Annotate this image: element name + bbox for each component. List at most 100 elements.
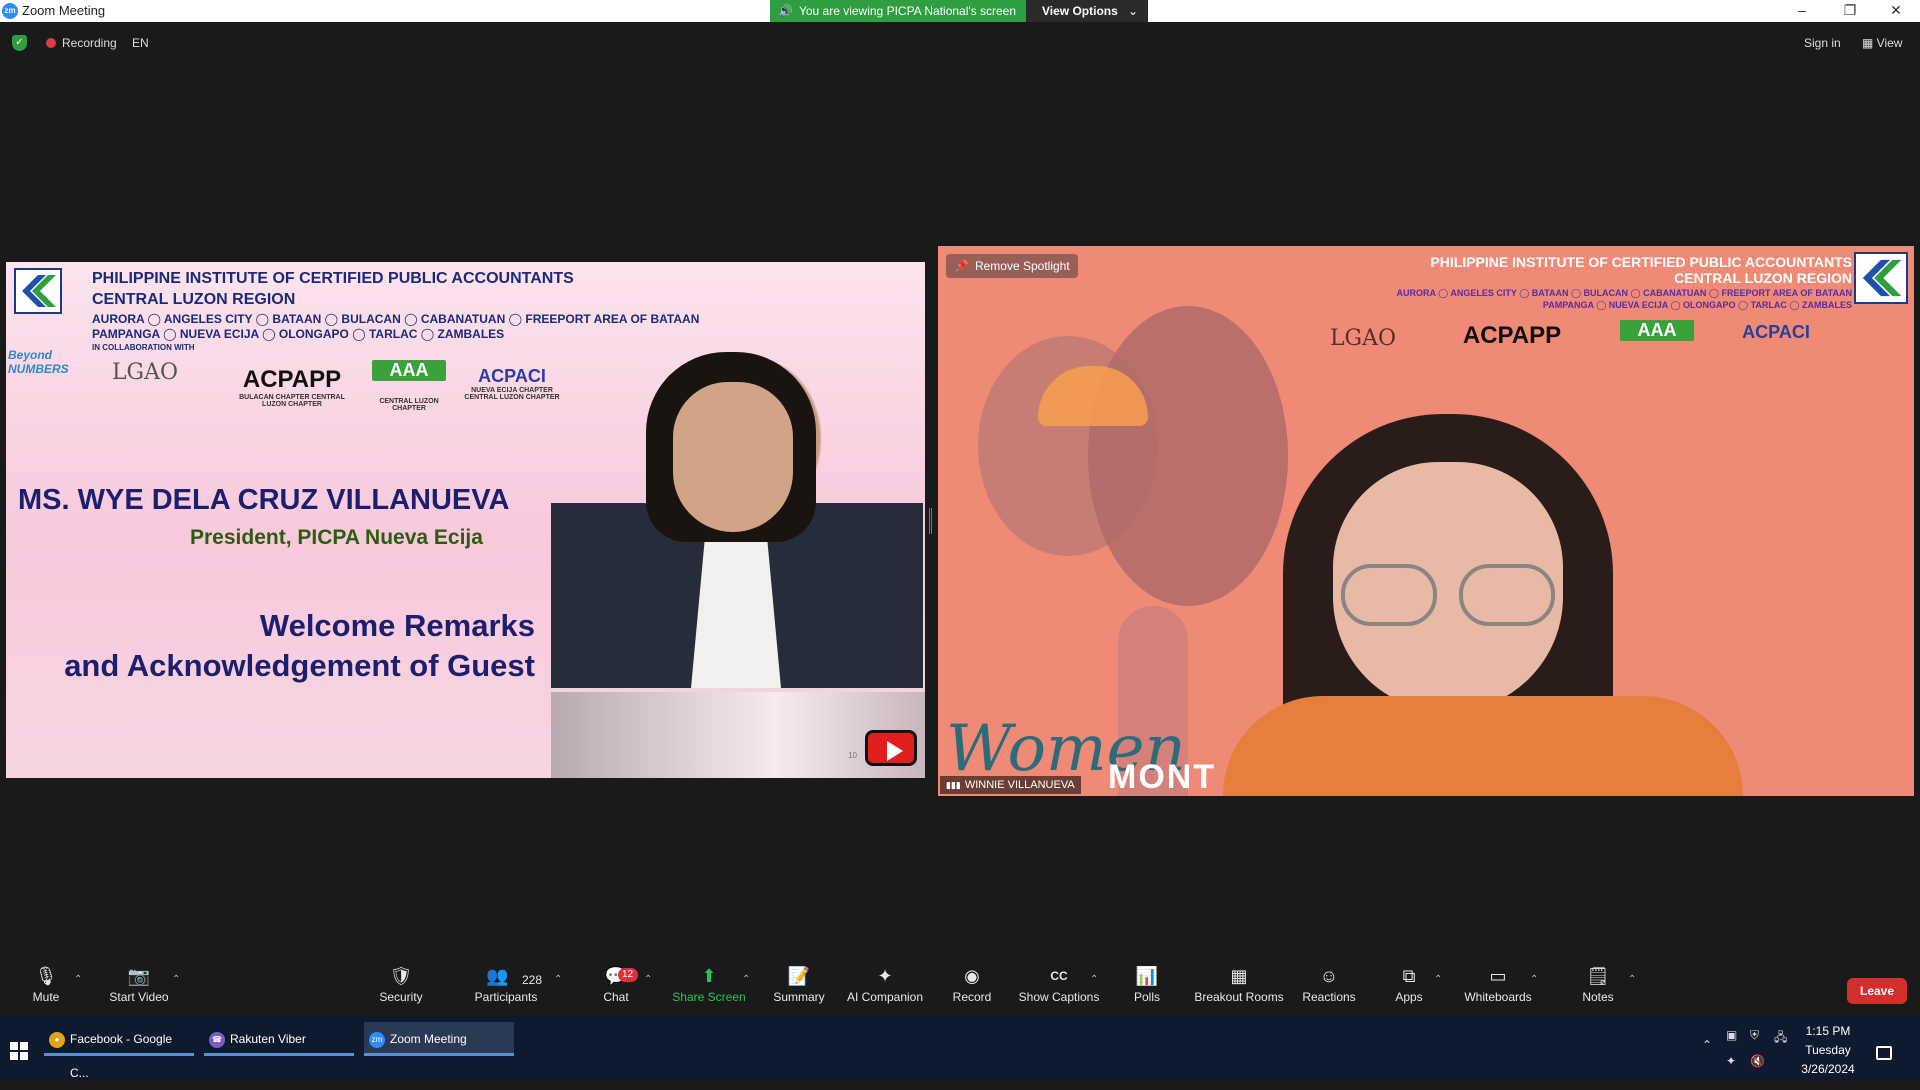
view-button[interactable]: ▦ View — [1862, 36, 1902, 50]
notes-options-caret[interactable]: ⌃ — [1628, 974, 1636, 985]
participant-name: WINNIE VILLANUEVA — [964, 779, 1075, 791]
ai-companion-label: AI Companion — [846, 990, 924, 1004]
clock-day: Tuesday — [1805, 1043, 1851, 1057]
chat-options-caret[interactable]: ⌃ — [644, 974, 652, 985]
cc-icon: CC — [1050, 969, 1068, 983]
acpapp-logo: ACPAPP BULACAN CHAPTER CENTRAL LUZON CHAP… — [228, 366, 356, 408]
speaker-photo — [551, 332, 923, 688]
picpa-logo — [14, 268, 62, 314]
slide-collab-label: IN COLLABORATION WITH — [92, 343, 195, 352]
encryption-shield-icon[interactable]: ✓ — [12, 35, 27, 51]
show-captions-label: Show Captions — [1018, 990, 1100, 1004]
windows-start-icon[interactable] — [10, 1042, 28, 1060]
lgao-logo-text: LGAO — [111, 360, 179, 385]
notification-center-icon[interactable] — [1876, 1046, 1892, 1060]
summary-button[interactable]: 📝 Summary — [770, 962, 828, 1014]
participant-video-tile[interactable]: PHILIPPINE INSTITUTE OF CERTIFIED PUBLIC… — [938, 246, 1914, 796]
leave-button[interactable]: Leave — [1847, 978, 1907, 1004]
breakout-rooms-icon: ▦ — [1230, 966, 1248, 986]
taskbar-item-zoom[interactable]: zm Zoom Meeting — [364, 1022, 514, 1056]
chat-label: Chat — [603, 990, 629, 1004]
video-org-title: PHILIPPINE INSTITUTE OF CERTIFIED PUBLIC… — [1430, 254, 1852, 270]
video-options-caret[interactable]: ⌃ — [172, 974, 180, 985]
youtube-play-icon[interactable] — [865, 730, 917, 766]
taskbar-item-chrome[interactable]: ● Facebook - Google C... — [44, 1022, 194, 1080]
taskbar-item-label: Rakuten Viber — [230, 1032, 306, 1046]
window-title: Zoom Meeting — [22, 3, 106, 18]
video-towns-line2: PAMPANGA ◯ NUEVA ECIJA ◯ OLONGAPO ◯ TARL… — [1542, 300, 1852, 310]
close-button[interactable]: ✕ — [1876, 0, 1916, 22]
security-button[interactable]: 🛡 Security — [376, 962, 426, 1014]
signal-bars-icon: ▮▮▮ — [946, 780, 961, 790]
chat-unread-badge: 12 — [618, 968, 638, 982]
captions-options-caret[interactable]: ⌃ — [1090, 974, 1098, 985]
video-counter: 10 — [848, 751, 857, 760]
minimize-button[interactable]: – — [1782, 0, 1822, 22]
whiteboards-button[interactable]: ▭ Whiteboards — [1462, 962, 1534, 1014]
remarks-title-line1: Welcome Remarks — [259, 608, 535, 643]
audio-options-caret[interactable]: ⌃ — [74, 974, 82, 985]
slide-org-title: PHILIPPINE INSTITUTE OF CERTIFIED PUBLIC… — [92, 270, 574, 287]
tray-device-icon[interactable]: ▣ — [1726, 1028, 1737, 1042]
aaa-logo: AAA — [372, 360, 446, 381]
participants-count: 228 — [522, 973, 543, 987]
polls-button[interactable]: 📊 Polls — [1130, 962, 1164, 1014]
notes-icon: 🗒 — [1586, 966, 1610, 986]
reactions-label: Reactions — [1302, 990, 1356, 1004]
clock-time: 1:15 PM — [1805, 1024, 1851, 1038]
participants-options-caret[interactable]: ⌃ — [554, 974, 562, 985]
recording-indicator[interactable]: Recording — [62, 36, 117, 50]
zoom-icon: zm — [369, 1032, 385, 1048]
tray-app-icon[interactable]: ✦ — [1726, 1054, 1736, 1068]
volume-muted-icon[interactable]: 🔇 — [1750, 1054, 1765, 1068]
start-video-button[interactable]: 📷 Start Video — [104, 962, 174, 1014]
apps-options-caret[interactable]: ⌃ — [1434, 974, 1442, 985]
video-towns-line1: AURORA ◯ ANGELES CITY ◯ BATAAN ◯ BULACAN… — [1396, 288, 1852, 298]
notes-label: Notes — [1582, 990, 1614, 1004]
slide-towns-line2: PAMPANGA ◯ NUEVA ECIJA ◯ OLONGAPO ◯ TARL… — [92, 327, 505, 341]
notes-button[interactable]: 🗒 Notes — [1580, 962, 1616, 1014]
pin-icon: 📌 — [954, 259, 969, 273]
viewing-banner-text: You are viewing PICPA National's screen — [798, 4, 1017, 18]
window-title-bar: zm Zoom Meeting 🔊 You are viewing PICPA N… — [0, 0, 1920, 22]
record-button[interactable]: ◉ Record — [950, 962, 994, 1014]
share-screen-button[interactable]: ⬆ Share Screen — [672, 962, 746, 1014]
shared-screen-tile[interactable]: PHILIPPINE INSTITUTE OF CERTIFIED PUBLIC… — [6, 262, 925, 778]
picpa-chevron-icon — [22, 275, 56, 307]
microphone-icon: 🎙 — [34, 966, 58, 986]
sign-in-button[interactable]: Sign in — [1804, 36, 1841, 50]
acpapp-logo: ACPAPP — [1462, 322, 1562, 349]
mute-button[interactable]: 🎙 Mute — [24, 962, 68, 1014]
taskbar-item-viber[interactable]: ☎ Rakuten Viber — [204, 1022, 354, 1056]
slide-org-region: CENTRAL LUZON REGION — [92, 291, 296, 308]
participants-label: Participants — [474, 990, 538, 1004]
tray-security-icon[interactable]: ⛨ — [1750, 1028, 1759, 1043]
view-options-button[interactable]: View Options ⌄ — [1026, 0, 1148, 22]
apps-label: Apps — [1395, 990, 1423, 1004]
language-interpretation-button[interactable]: EN — [132, 36, 149, 50]
tray-network-icon[interactable]: 🖧 — [1774, 1028, 1787, 1049]
ai-companion-button[interactable]: ✦ AI Companion — [846, 962, 924, 1014]
apps-button[interactable]: ⧉ Apps — [1394, 962, 1424, 1014]
whiteboards-label: Whiteboards — [1464, 990, 1532, 1004]
share-options-caret[interactable]: ⌃ — [742, 974, 750, 985]
remove-spotlight-button[interactable]: 📌 Remove Spotlight — [946, 254, 1078, 278]
aaa-logo: AAA — [1620, 320, 1694, 341]
participants-button[interactable]: 👥 Participants — [472, 962, 540, 1014]
whiteboards-options-caret[interactable]: ⌃ — [1530, 974, 1538, 985]
split-view-resize-handle[interactable] — [929, 508, 932, 534]
participant-video-feed — [1223, 414, 1743, 796]
show-captions-button[interactable]: CC Show Captions — [1018, 962, 1100, 1014]
taskbar-clock[interactable]: 1:15 PM Tuesday 3/26/2024 — [1796, 1022, 1860, 1079]
show-hidden-icons-caret[interactable]: ⌃ — [1702, 1038, 1712, 1052]
viewing-screen-banner: 🔊 You are viewing PICPA National's screen — [770, 0, 1026, 22]
womens-month-subtext: MONT — [1108, 758, 1217, 796]
reactions-emoji-icon: ☺ — [1319, 966, 1339, 986]
viber-icon: ☎ — [209, 1032, 225, 1048]
video-off-icon: 📷 — [127, 966, 151, 986]
whiteboard-icon: ▭ — [1489, 966, 1507, 986]
reactions-button[interactable]: ☺ Reactions — [1302, 962, 1356, 1014]
restore-button[interactable]: ❐ — [1830, 0, 1870, 22]
sparkle-icon: ✦ — [877, 966, 893, 986]
breakout-rooms-button[interactable]: ▦ Breakout Rooms — [1192, 962, 1286, 1014]
